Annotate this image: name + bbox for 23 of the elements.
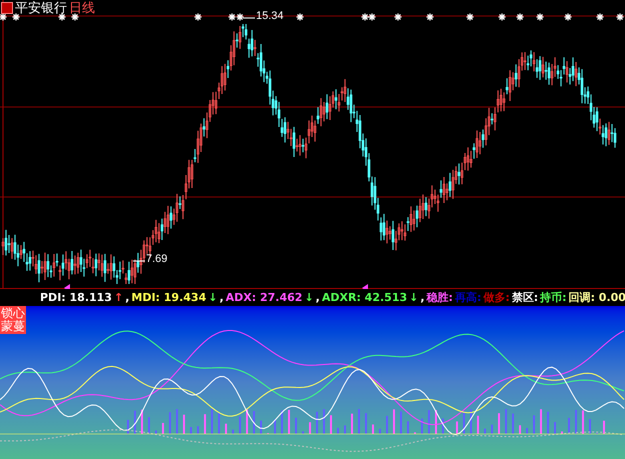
signal-text: 锁心 [1, 307, 25, 320]
indicator-value: , [316, 292, 320, 303]
indicator-value: PDI: 18.113 [40, 292, 112, 303]
indicator-value: ↓ [208, 292, 218, 303]
indicator-value: 稳胜: [426, 292, 453, 303]
indicator-value: MDI: 19.434 [131, 292, 206, 303]
signal-text: 蒙蔓 [1, 320, 25, 333]
indicator-value: ADX: 27.462 [226, 292, 302, 303]
period-label: 日线 [69, 1, 95, 14]
indicator-value: 再高: [454, 292, 482, 303]
price-label: 7.69 [146, 254, 168, 265]
indicator-value: 做多: [483, 292, 510, 303]
indicator-value: , [420, 292, 425, 303]
indicator-value: 禁区: [512, 292, 538, 303]
indicator-value: ↑ [114, 292, 124, 303]
stock-name: 平安银行 [15, 1, 67, 14]
indicator-value: ADXR: 42.513 [322, 292, 408, 303]
price-label: 15.34 [256, 11, 284, 22]
indicator-value: 持币: [540, 292, 567, 303]
indicator-value: , [125, 292, 130, 303]
indicator-value: ↓ [409, 292, 418, 303]
indicator-value: ↓ [304, 292, 314, 303]
indicator-value: , [219, 292, 224, 303]
